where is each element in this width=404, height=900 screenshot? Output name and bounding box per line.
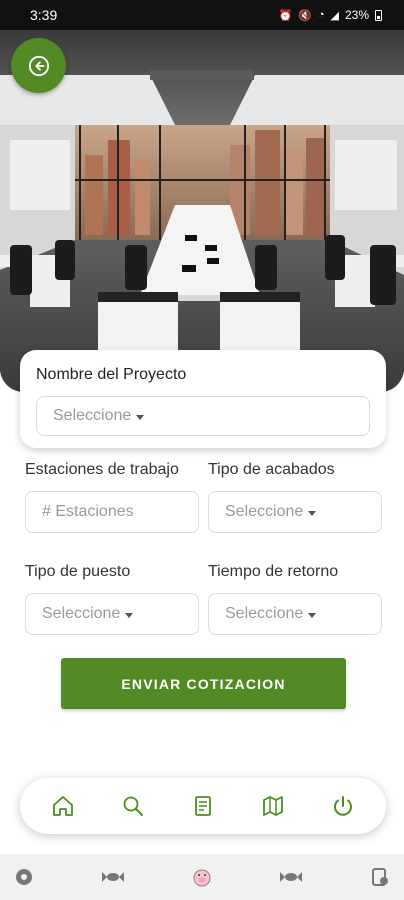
system-nav-bar [0, 854, 404, 900]
map-icon [263, 796, 283, 816]
search-icon [123, 796, 143, 816]
retorno-field: Tiempo de retorno Seleccione [208, 563, 382, 635]
estaciones-field: Estaciones de trabajo [25, 461, 199, 533]
puesto-select-placeholder: Seleccione [42, 605, 121, 622]
system-ball-icon[interactable] [12, 865, 36, 889]
puesto-field: Tipo de puesto Seleccione [25, 563, 199, 635]
home-icon [53, 796, 73, 816]
puesto-label: Tipo de puesto [25, 563, 131, 580]
nav-map[interactable] [253, 786, 293, 826]
caret-down-icon [136, 414, 145, 420]
estaciones-label: Estaciones de trabajo [25, 461, 179, 478]
document-icon [195, 796, 211, 816]
battery-icon [375, 9, 382, 21]
project-select[interactable]: Seleccione [36, 396, 370, 436]
nav-search[interactable] [113, 786, 153, 826]
project-select-placeholder: Seleccione [53, 407, 132, 424]
nav-documents[interactable] [183, 786, 223, 826]
system-pig-icon[interactable] [190, 865, 214, 889]
acabados-field: Tipo de acabados Seleccione [208, 461, 382, 533]
arrow-left-circle-icon [28, 55, 49, 76]
bottom-nav [20, 778, 386, 834]
nav-logout[interactable] [323, 786, 363, 826]
system-screenshot-icon[interactable] [368, 865, 392, 889]
system-candy-icon-2[interactable] [279, 865, 303, 889]
acabados-label: Tipo de acabados [208, 461, 335, 478]
submit-quote-button[interactable]: ENVIAR COTIZACION [61, 658, 346, 709]
alarm-icon: ⏰ [278, 9, 293, 22]
acabados-select[interactable]: Seleccione [208, 491, 382, 533]
office-illustration [0, 30, 404, 392]
project-card: Nombre del Proyecto Seleccione [20, 350, 386, 448]
battery-percent: 23% [344, 8, 369, 22]
hero-office-image [0, 30, 404, 392]
retorno-select-placeholder: Seleccione [225, 605, 304, 622]
puesto-select[interactable]: Seleccione [25, 593, 199, 635]
caret-down-icon [308, 510, 317, 516]
mute-icon: 🔇 [298, 9, 312, 22]
acabados-select-placeholder: Seleccione [225, 503, 304, 520]
nav-home[interactable] [43, 786, 83, 826]
back-button[interactable] [11, 38, 66, 93]
estaciones-input[interactable] [25, 491, 199, 533]
retorno-select[interactable]: Seleccione [208, 593, 382, 635]
caret-down-icon [308, 612, 317, 618]
status-time: 3:39 [30, 7, 58, 23]
signal-icon: ◢ [330, 9, 339, 22]
retorno-label: Tiempo de retorno [208, 563, 339, 580]
status-bar: 3:39 ⏰ 🔇 ◔ ◢ 23% [0, 0, 404, 30]
project-label: Nombre del Proyecto [36, 366, 187, 383]
power-icon [334, 796, 352, 816]
wifi-icon: ◔ [317, 9, 325, 21]
system-candy-icon[interactable] [101, 865, 125, 889]
caret-down-icon [125, 612, 134, 618]
